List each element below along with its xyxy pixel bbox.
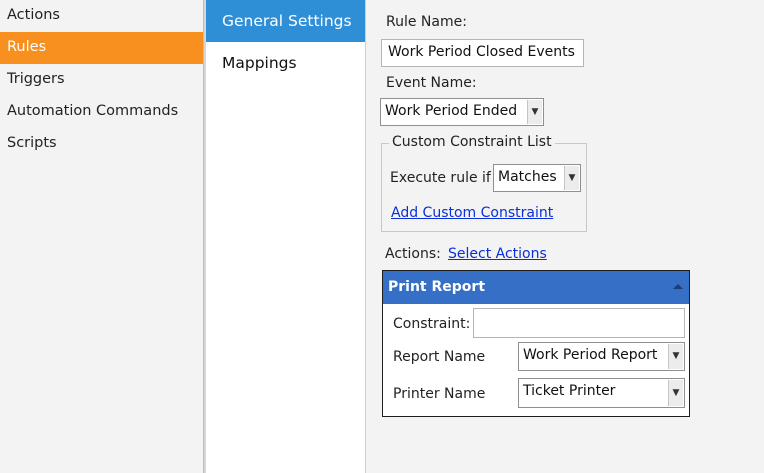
sidebar-item-triggers[interactable]: Triggers [0,64,203,96]
report-name-select[interactable]: Work Period Report ▼ [518,342,685,371]
tab-strip: General Settings Mappings [206,0,375,473]
report-name-value: Work Period Report [523,347,658,363]
sidebar-item-rules[interactable]: Rules [0,32,203,64]
chevron-down-icon[interactable]: ▼ [564,166,579,190]
report-name-label: Report Name [393,349,486,365]
sidebar-item-scripts[interactable]: Scripts [0,128,203,160]
sidebar: Actions Rules Triggers Automation Comman… [0,0,203,473]
constraint-input[interactable] [473,308,685,338]
printer-name-value: Ticket Printer [523,383,616,399]
chevron-down-icon[interactable]: ▼ [527,100,542,124]
collapse-icon[interactable] [673,284,683,289]
execute-rule-value: Matches [498,169,557,185]
add-custom-constraint-link[interactable]: Add Custom Constraint [391,205,553,221]
actions-label: Actions: [385,246,441,262]
general-settings-panel: Rule Name: Work Period Closed Events Eve… [366,0,764,473]
constraint-label: Constraint: [393,316,471,332]
chevron-down-icon[interactable]: ▼ [668,344,683,369]
execute-rule-label: Execute rule if [390,170,491,186]
tab-general-settings[interactable]: General Settings [206,0,375,42]
printer-name-select[interactable]: Ticket Printer ▼ [518,378,685,408]
tab-mappings[interactable]: Mappings [206,42,365,84]
printer-name-label: Printer Name [393,386,486,402]
print-report-action: Print Report Constraint: Report Name Wor… [382,270,690,417]
sidebar-item-automation-commands[interactable]: Automation Commands [0,96,203,128]
sidebar-item-actions[interactable]: Actions [0,0,203,32]
action-panel-title: Print Report [388,279,486,295]
event-name-label: Event Name: [386,75,477,91]
rule-name-input[interactable]: Work Period Closed Events [381,39,584,67]
select-actions-link[interactable]: Select Actions [448,246,547,262]
execute-rule-select[interactable]: Matches ▼ [493,164,581,192]
custom-constraint-group: Custom Constraint List Execute rule if M… [381,134,587,232]
event-name-select[interactable]: Work Period Ended ▼ [380,98,544,126]
action-panel-header[interactable]: Print Report [383,271,689,304]
rule-name-label: Rule Name: [386,14,467,30]
custom-constraint-title: Custom Constraint List [389,134,555,150]
event-name-value: Work Period Ended [385,103,518,119]
chevron-down-icon[interactable]: ▼ [668,380,683,406]
